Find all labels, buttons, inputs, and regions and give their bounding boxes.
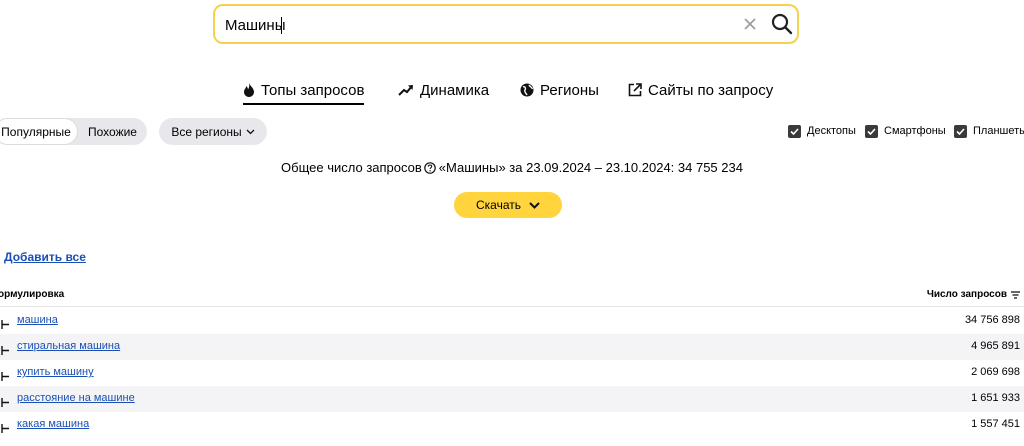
phrase-link[interactable]: машина xyxy=(17,314,58,326)
phrase-link[interactable]: стиральная машина xyxy=(17,340,120,352)
checkbox-label: Десктопы xyxy=(807,125,856,137)
download-button[interactable]: Скачать xyxy=(454,192,562,218)
query-type-switch: Популярные Похожие xyxy=(0,118,147,145)
summary-prefix: Общее число запросов xyxy=(281,160,422,175)
phrase-link[interactable]: купить машину xyxy=(17,366,94,378)
tab-top-queries[interactable]: Топы запросов xyxy=(243,79,365,105)
check-icon xyxy=(790,127,799,135)
search-bar xyxy=(213,4,799,44)
checkbox-checked xyxy=(788,124,801,138)
query-count: 4 965 891 xyxy=(971,340,1020,352)
total-queries-summary: Общее число запросов «Машины» за 23.09.2… xyxy=(0,160,1024,175)
tab-regions[interactable]: Регионы xyxy=(520,79,599,101)
column-header-label: Число запросов xyxy=(926,289,1007,300)
search-icon xyxy=(771,13,793,35)
add-phrase-icon[interactable] xyxy=(1,316,9,329)
add-phrase-icon[interactable] xyxy=(1,342,9,355)
check-icon xyxy=(956,127,965,135)
chevron-down-icon xyxy=(529,201,540,209)
smartphone-checkbox[interactable]: Смартфоны xyxy=(865,124,946,138)
desktop-checkbox[interactable]: Десктопы xyxy=(788,124,856,138)
download-label: Скачать xyxy=(476,198,521,212)
sort-icon xyxy=(1011,290,1020,299)
query-count: 1 557 451 xyxy=(971,418,1020,430)
column-header-count[interactable]: Число запросов xyxy=(927,289,1020,300)
clear-search-button[interactable] xyxy=(741,15,759,33)
globe-icon xyxy=(520,83,534,97)
checkbox-label: Планшеты xyxy=(973,125,1024,137)
table-row: расстояние на машине 1 651 933 xyxy=(0,386,1024,412)
popular-option[interactable]: Популярные xyxy=(0,118,78,145)
table-row: купить машину 2 069 698 xyxy=(0,360,1024,386)
checkbox-label: Смартфоны xyxy=(884,125,946,137)
column-header-phrase: ормулировка xyxy=(0,289,65,300)
regions-label: Все регионы xyxy=(171,124,242,139)
phrase-link[interactable]: расстояние на машине xyxy=(17,392,135,404)
tab-label: Сайты по запросу xyxy=(648,81,774,99)
chevron-down-icon xyxy=(246,129,255,134)
search-input[interactable] xyxy=(225,14,705,36)
check-icon xyxy=(867,127,876,135)
help-icon[interactable] xyxy=(423,162,436,174)
query-count: 2 069 698 xyxy=(971,366,1020,378)
add-phrase-icon[interactable] xyxy=(1,420,9,433)
query-count: 34 756 898 xyxy=(964,314,1020,326)
table-row: какая машина 1 557 451 xyxy=(0,412,1024,438)
similar-option[interactable]: Похожие xyxy=(78,118,147,145)
table-row: стиральная машина 4 965 891 xyxy=(0,334,1024,360)
tab-label: Динамика xyxy=(420,81,490,99)
close-icon xyxy=(744,18,756,30)
tab-label: Регионы xyxy=(540,81,599,99)
regions-dropdown[interactable]: Все регионы xyxy=(159,118,267,145)
checkbox-checked xyxy=(865,124,878,138)
query-count: 1 651 933 xyxy=(971,392,1020,404)
tab-sites[interactable]: Сайты по запросу xyxy=(628,79,773,101)
add-phrase-icon[interactable] xyxy=(1,368,9,381)
tab-dynamics[interactable]: Динамика xyxy=(398,79,489,101)
text-cursor xyxy=(281,17,282,34)
external-link-icon xyxy=(628,83,642,97)
search-button[interactable] xyxy=(771,13,793,35)
checkbox-checked xyxy=(954,124,967,138)
add-phrase-icon[interactable] xyxy=(1,394,9,407)
add-all-link[interactable]: Добавить все xyxy=(4,250,86,264)
phrase-link[interactable]: какая машина xyxy=(17,418,89,430)
tab-label: Топы запросов xyxy=(261,81,365,99)
fire-icon xyxy=(244,83,254,97)
header-divider xyxy=(0,306,1024,307)
table-row: машина 34 756 898 xyxy=(0,308,1024,334)
page: Топы запросов Динамика Регионы Сайты по … xyxy=(0,0,1024,446)
tablet-checkbox[interactable]: Планшеты xyxy=(954,124,1024,138)
trend-icon xyxy=(398,85,413,96)
summary-text: «Машины» за 23.09.2024 – 23.10.2024: 34 … xyxy=(438,160,743,175)
